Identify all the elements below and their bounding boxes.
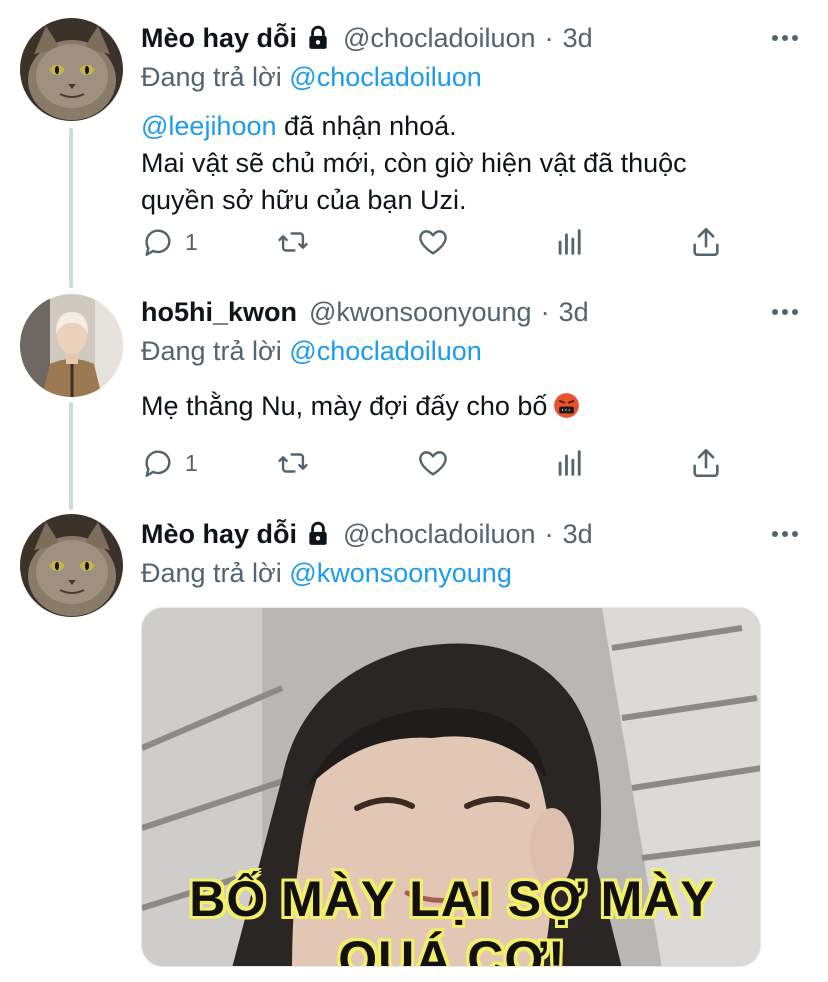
analytics-button[interactable] [553, 443, 587, 483]
tweet-text: @leejihoon đã nhận nhoá. Mai vật sẽ chủ … [141, 108, 800, 219]
user-handle[interactable]: @kwonsoonyoung [309, 297, 532, 328]
avatar[interactable] [20, 294, 123, 397]
user-handle[interactable]: @chocladoiluon [343, 519, 536, 550]
display-name[interactable]: Mèo hay dỗi [141, 519, 297, 550]
avatar[interactable] [20, 18, 123, 121]
reply-button[interactable]: 1 [141, 443, 198, 483]
replying-to-mention[interactable]: @chocladoiluon [289, 62, 482, 92]
like-icon [416, 225, 450, 259]
retweet-button[interactable] [276, 443, 310, 483]
like-icon [416, 446, 450, 480]
tweet[interactable]: ho5hi_kwon @kwonsoonyoung · 3d Đang trả … [0, 290, 828, 510]
share-button[interactable] [689, 222, 723, 262]
replying-to: Đang trả lời @chocladoiluon [141, 332, 800, 370]
replying-to-mention[interactable]: @chocladoiluon [289, 336, 482, 366]
tweet-text: Mẹ thằng Nu, mày đợi đấy cho bố [141, 388, 800, 425]
analytics-button[interactable] [553, 222, 587, 262]
reply-icon [141, 446, 175, 480]
avatar[interactable] [20, 514, 123, 617]
retweet-icon [276, 446, 310, 480]
timestamp[interactable]: 3d [563, 519, 593, 550]
analytics-icon [553, 446, 587, 480]
reply-count: 1 [185, 449, 198, 476]
display-name[interactable]: ho5hi_kwon [141, 297, 297, 328]
tweet-text-line: đã nhận nhoá. [276, 111, 457, 141]
replying-to: Đang trả lời @chocladoiluon [141, 58, 800, 96]
share-icon [689, 225, 723, 259]
tweet-actions: 1 [141, 222, 731, 262]
angry-symbols-face-emoji [553, 392, 580, 419]
meme-caption-line: QUÁ CƠ! [338, 931, 566, 967]
more-icon[interactable] [770, 302, 800, 322]
retweet-icon [276, 225, 310, 259]
tweet-text-line: Mẹ thằng Nu, mày đợi đấy cho bố [141, 391, 548, 421]
more-icon[interactable] [770, 28, 800, 48]
replying-to-mention[interactable]: @kwonsoonyoung [289, 558, 512, 588]
separator-dot: · [544, 518, 554, 549]
reply-icon [141, 225, 175, 259]
display-name[interactable]: Mèo hay dỗi [141, 23, 297, 54]
tweet-actions: 1 [141, 443, 731, 483]
reply-button[interactable]: 1 [141, 222, 198, 262]
separator-dot: · [544, 22, 554, 53]
reply-count: 1 [185, 228, 198, 255]
like-button[interactable] [416, 443, 450, 483]
more-icon[interactable] [770, 524, 800, 544]
like-button[interactable] [416, 222, 450, 262]
mention-link[interactable]: @leejihoon [141, 111, 277, 141]
tweet-media-image[interactable]: BỐ MÀY LẠI SỢ MÀY QUÁ CƠ! [141, 607, 761, 967]
share-button[interactable] [689, 443, 723, 483]
user-handle[interactable]: @chocladoiluon [343, 23, 536, 54]
share-icon [689, 446, 723, 480]
replying-to-label: Đang trả lời [141, 336, 282, 366]
tweet-text-line: Mai vật sẽ chủ mới, còn giờ hiện vật đã … [141, 148, 687, 178]
replying-to: Đang trả lời @kwonsoonyoung [141, 554, 800, 592]
timestamp[interactable]: 3d [563, 23, 593, 54]
lock-icon [305, 521, 331, 547]
timestamp[interactable]: 3d [559, 297, 589, 328]
replying-to-label: Đang trả lời [141, 558, 282, 588]
retweet-button[interactable] [276, 222, 310, 262]
tweet[interactable]: Mèo hay dỗi @chocladoiluon · 3d Đang trả… [0, 0, 828, 290]
replying-to-label: Đang trả lời [141, 62, 282, 92]
separator-dot: · [540, 296, 550, 327]
lock-icon [305, 25, 331, 51]
meme-caption-line: BỐ MÀY LẠI SỢ MÀY [189, 871, 715, 927]
tweet-text-line: quyền sở hữu của bạn Uzi. [141, 185, 467, 215]
analytics-icon [553, 225, 587, 259]
